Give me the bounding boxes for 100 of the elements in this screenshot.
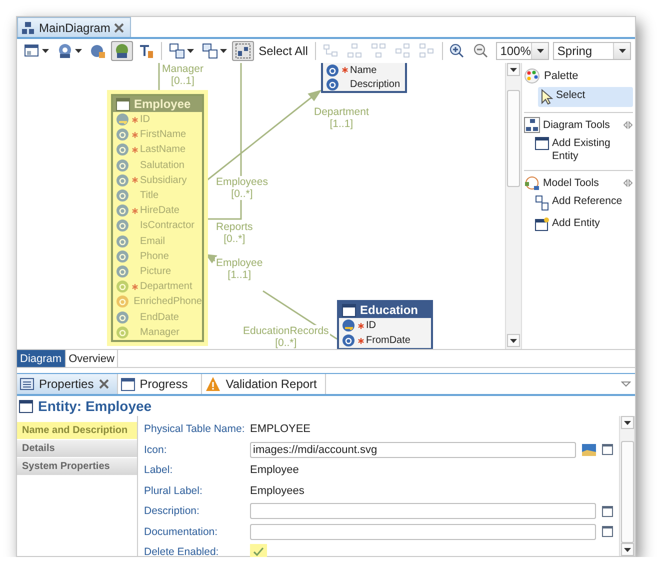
palette-item[interactable]: Add Reference	[532, 193, 633, 213]
align-icon	[370, 43, 387, 59]
multiplicity-label: [0..*]	[274, 337, 298, 349]
layout-dropdown[interactable]: Spring	[553, 42, 631, 60]
select-all-button[interactable]: Select All	[256, 41, 311, 61]
model-icon	[524, 175, 540, 191]
attribute-name: Picture	[140, 266, 172, 277]
multiplicity-label: [1..1]	[328, 118, 354, 130]
section-tab[interactable]: Details	[17, 440, 137, 457]
entity-icon	[535, 217, 549, 231]
attribute-icon	[116, 326, 129, 339]
pin-icon[interactable]	[623, 179, 633, 187]
entities-icon	[202, 43, 218, 59]
view-tab[interactable]: Properties	[17, 374, 118, 394]
view-tab[interactable]: Progress	[118, 374, 202, 394]
field-value: Employees	[250, 484, 304, 497]
diagram-tab[interactable]: Diagram	[17, 350, 66, 367]
field-label: Documentation:	[144, 526, 218, 538]
palette-item[interactable]: Add Entity	[532, 215, 633, 233]
palette-item[interactable]: Add Existing Entity	[532, 135, 633, 165]
scrollbar[interactable]	[619, 416, 635, 556]
attribute-icon	[116, 250, 129, 263]
attribute-icon	[116, 310, 129, 324]
icon-field[interactable]: images://mdi/account.svg	[250, 442, 576, 458]
section-tab[interactable]: System Properties	[17, 458, 137, 475]
attribute-icon	[342, 334, 355, 347]
attribute-name: Description	[350, 78, 400, 90]
attribute-icon	[116, 128, 129, 142]
diagram-icon	[524, 117, 540, 133]
diagram-tab[interactable]: Overview	[66, 350, 118, 367]
select-all-icon	[234, 43, 251, 59]
field-label: Icon:	[144, 444, 167, 456]
multiplicity-label: [0..*]	[230, 188, 254, 200]
multiplicity-label: [1..1]	[226, 269, 252, 281]
image-icon[interactable]	[582, 444, 596, 456]
zoom-dropdown[interactable]: 100%	[496, 42, 550, 60]
tool-button[interactable]	[232, 41, 254, 61]
entity-icon	[342, 304, 356, 316]
multiplicity-label: [0..*]	[222, 233, 246, 245]
caret-icon	[186, 49, 194, 53]
attribute-name: Title	[140, 190, 159, 202]
view-menu-icon[interactable]	[621, 381, 631, 387]
dialog-button[interactable]	[602, 444, 613, 456]
attribute-name: Subsidiary	[140, 174, 187, 186]
entity-node[interactable]: Education ID FromDate	[337, 300, 433, 349]
relation-name: Employee	[215, 257, 264, 269]
align-icon	[394, 43, 411, 59]
attribute-name: Salutation	[140, 160, 184, 171]
attribute-icon	[116, 189, 129, 202]
editor-tab[interactable]: MainDiagram	[17, 17, 132, 37]
text-tool-icon	[138, 43, 154, 59]
align-icon	[346, 43, 363, 59]
entity-title: Employee	[134, 97, 191, 111]
palette-icon	[524, 68, 540, 84]
warning-icon	[204, 376, 221, 392]
view-tab[interactable]: Validation Report	[202, 374, 326, 394]
reference-icon	[535, 195, 549, 211]
caret-icon	[42, 49, 49, 53]
close-icon[interactable]	[114, 22, 124, 32]
attribute-name: Name	[350, 64, 377, 76]
attribute-icon	[116, 158, 129, 172]
attribute-icon	[116, 264, 129, 278]
attribute-name: FirstName	[140, 129, 186, 140]
attribute-name: Email	[140, 236, 166, 247]
caret-icon	[624, 548, 630, 552]
attribute-icon	[116, 219, 129, 232]
caret-icon	[220, 49, 227, 53]
window-icon	[120, 378, 135, 390]
attribute-icon	[116, 234, 129, 248]
properties-icon	[20, 378, 34, 390]
text-field[interactable]	[250, 503, 596, 520]
attribute-icon	[116, 280, 129, 294]
dialog-button[interactable]	[602, 506, 613, 517]
attribute-name: Department	[140, 281, 192, 292]
attribute-icon	[326, 78, 339, 90]
entity-title: Education	[360, 303, 418, 317]
caret-icon	[510, 338, 517, 342]
entity-heading: Entity: Employee	[38, 398, 152, 414]
attribute-name: IsContractor	[140, 220, 194, 232]
attribute-icon	[116, 295, 129, 308]
text-field[interactable]	[250, 524, 596, 540]
close-icon[interactable]	[98, 379, 109, 389]
dialog-button[interactable]	[602, 526, 613, 538]
palette-drawer[interactable]: Model Tools	[524, 170, 633, 191]
attribute-name: ID	[366, 320, 376, 331]
pin-icon[interactable]	[623, 121, 633, 129]
field-label: Plural Label:	[144, 484, 202, 497]
palette-item[interactable]: Select	[538, 87, 633, 107]
zoom-in-icon	[449, 43, 466, 59]
tool-button[interactable]	[111, 41, 133, 61]
scrollbar[interactable]	[505, 63, 522, 349]
attribute-name: Manager	[140, 326, 180, 338]
palette-drawer[interactable]: Diagram Tools	[524, 112, 633, 133]
attribute-name: HireDate	[140, 205, 180, 216]
relation-name: Employees	[215, 176, 269, 188]
relation-name: Reports	[215, 221, 254, 233]
zoom-out-icon	[473, 43, 490, 59]
checkbox[interactable]	[250, 544, 267, 557]
field-value: Employee	[250, 464, 299, 476]
entity-node[interactable]: Name Description	[321, 63, 407, 93]
